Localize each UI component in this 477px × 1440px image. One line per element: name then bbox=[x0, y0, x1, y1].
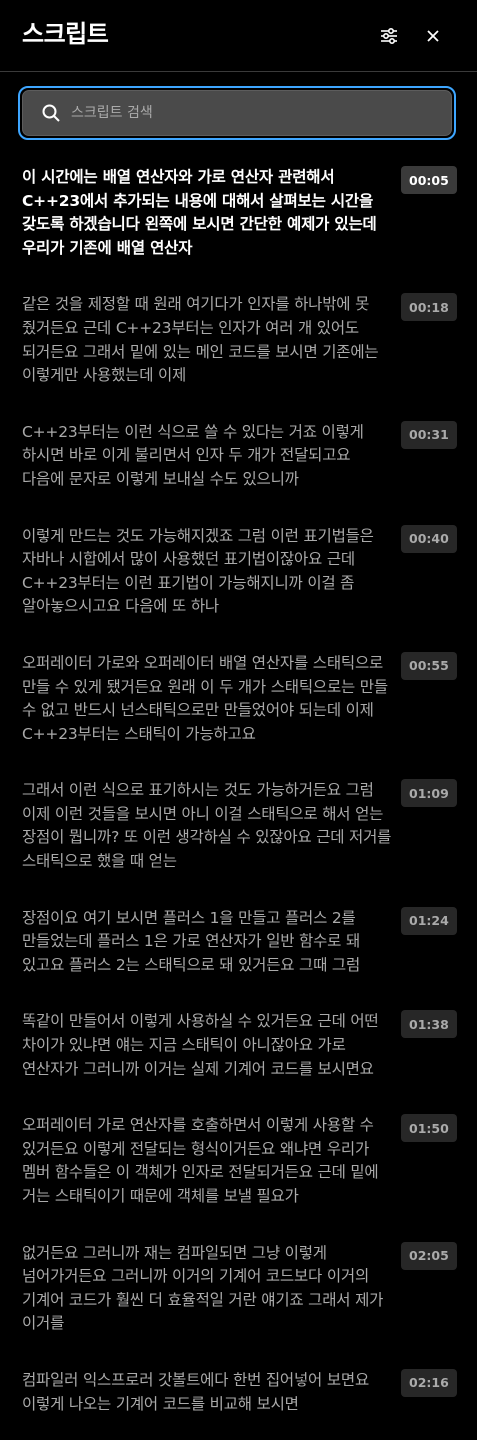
transcript-segment[interactable]: 그래서 이런 식으로 표기하시는 것도 가능하거든요 그럼 이제 이런 것들을 … bbox=[0, 775, 477, 873]
close-icon bbox=[427, 30, 439, 42]
segment-timestamp[interactable]: 00:31 bbox=[401, 420, 457, 449]
segment-timestamp[interactable]: 02:16 bbox=[401, 1368, 457, 1397]
transcript-search bbox=[18, 86, 456, 140]
segment-text: 같은 것을 제정할 때 원래 여기다가 인자를 하나밖에 못 줬거든요 근데 C… bbox=[22, 295, 379, 385]
panel-title: 스크립트 bbox=[22, 20, 109, 48]
segment-text: C++23부터는 이런 식으로 쓸 수 있다는 거죠 이렇게 하시면 바로 이게… bbox=[22, 422, 364, 488]
segment-text: 이렇게 만드는 것도 가능해지겠죠 그럼 이런 표기법들은 자바나 시합에서 많… bbox=[22, 526, 374, 616]
search-icon bbox=[42, 104, 60, 122]
segment-timestamp[interactable]: 01:38 bbox=[401, 1010, 457, 1039]
segment-text: 컴파일러 익스프로러 갓볼트에다 한번 집어넣어 보면요 이렇게 나오는 기계어… bbox=[22, 1370, 370, 1413]
transcript-segment[interactable]: 똑같이 만들어서 이렇게 사용하실 수 있거든요 근데 어떤 차이가 있냐면 얘… bbox=[0, 1006, 477, 1081]
segment-timestamp[interactable]: 01:24 bbox=[401, 906, 457, 935]
segment-text: 없거든요 그러니까 재는 컴파일되면 그냥 이렇게 넘어가거든요 그러니까 이거… bbox=[22, 1243, 384, 1333]
transcript-segment-list: 이 시간에는 배열 연산자와 가로 연산자 관련해서 C++23에서 추가되는 … bbox=[0, 162, 477, 1440]
search-input[interactable] bbox=[71, 105, 451, 121]
segment-text: 장점이요 여기 보시면 플러스 1을 만들고 플러스 2를 만들었는데 플러스 … bbox=[22, 908, 361, 974]
segment-text: 그래서 이런 식으로 표기하시는 것도 가능하거든요 그럼 이제 이런 것들을 … bbox=[22, 781, 392, 871]
segment-timestamp[interactable]: 00:55 bbox=[401, 651, 457, 680]
transcript-segment[interactable]: 오퍼레이터 가로 연산자를 호출하면서 이렇게 사용할 수 있거든요 이렇게 전… bbox=[0, 1110, 477, 1208]
transcript-segment[interactable]: 장점이요 여기 보시면 플러스 1을 만들고 플러스 2를 만들었는데 플러스 … bbox=[0, 903, 477, 978]
segment-text: 똑같이 만들어서 이렇게 사용하실 수 있거든요 근데 어떤 차이가 있냐면 얘… bbox=[22, 1012, 379, 1078]
transcript-segment[interactable]: 같은 것을 제정할 때 원래 여기다가 인자를 하나밖에 못 줬거든요 근데 C… bbox=[0, 289, 477, 387]
search-box[interactable] bbox=[22, 90, 452, 136]
transcript-segment[interactable]: 컴파일러 익스프로러 갓볼트에다 한번 집어넣어 보면요 이렇게 나오는 기계어… bbox=[0, 1365, 477, 1416]
transcript-settings-button[interactable] bbox=[375, 22, 403, 50]
sliders-icon bbox=[381, 28, 397, 44]
transcript-segment[interactable]: C++23부터는 이런 식으로 쓸 수 있다는 거죠 이렇게 하시면 바로 이게… bbox=[0, 417, 477, 492]
close-panel-button[interactable] bbox=[419, 22, 447, 50]
segment-timestamp[interactable]: 00:18 bbox=[401, 293, 457, 322]
segment-timestamp[interactable]: 00:05 bbox=[401, 166, 457, 194]
segment-text: 오퍼레이터 가로와 오퍼레이터 배열 연산자를 스태틱으로 만들 수 있게 됐거… bbox=[22, 653, 388, 743]
transcript-segment[interactable]: 이 시간에는 배열 연산자와 가로 연산자 관련해서 C++23에서 추가되는 … bbox=[0, 162, 477, 260]
segment-timestamp[interactable]: 01:09 bbox=[401, 779, 457, 808]
segment-timestamp[interactable]: 00:40 bbox=[401, 524, 457, 553]
transcript-segment[interactable]: 오퍼레이터 가로와 오퍼레이터 배열 연산자를 스태틱으로 만들 수 있게 됐거… bbox=[0, 648, 477, 746]
transcript-segment[interactable]: 이렇게 만드는 것도 가능해지겠죠 그럼 이런 표기법들은 자바나 시합에서 많… bbox=[0, 521, 477, 619]
transcript-header: 스크립트 bbox=[0, 0, 477, 72]
segment-text: 오퍼레이터 가로 연산자를 호출하면서 이렇게 사용할 수 있거든요 이렇게 전… bbox=[22, 1116, 379, 1205]
segment-timestamp[interactable]: 02:05 bbox=[401, 1241, 457, 1270]
segment-text: 이 시간에는 배열 연산자와 가로 연산자 관련해서 C++23에서 추가되는 … bbox=[22, 168, 377, 257]
segment-timestamp[interactable]: 01:50 bbox=[401, 1114, 457, 1143]
transcript-segment[interactable]: 없거든요 그러니까 재는 컴파일되면 그냥 이렇게 넘어가거든요 그러니까 이거… bbox=[0, 1238, 477, 1336]
